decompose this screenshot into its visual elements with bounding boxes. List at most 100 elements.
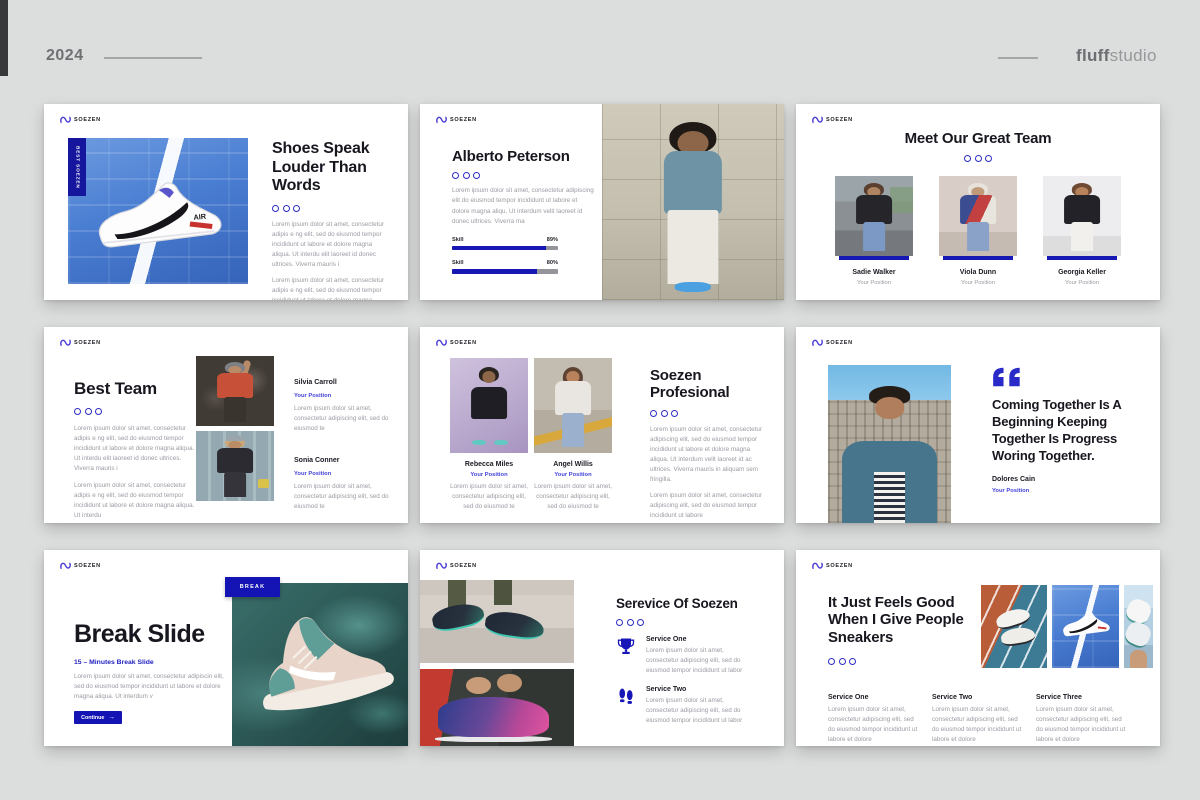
soezen-logo-text: SOEZEN	[74, 563, 101, 569]
soezen-logo-icon	[812, 561, 823, 570]
slide-alberto-peterson[interactable]: SOEZEN Alberto Peterson Lorem ipsum dolo…	[420, 104, 784, 300]
service-name: Service One	[646, 636, 754, 643]
member-photo	[196, 431, 274, 501]
soezen-logo-text: SOEZEN	[826, 563, 853, 569]
body-paragraph: Lorem ipsum dolor sit amet, consectetur …	[272, 220, 390, 270]
member-position: Your Position	[1043, 280, 1121, 286]
member-position: Your Position	[294, 393, 390, 399]
quote-text: Coming Together Is A Beginning Keeping T…	[992, 397, 1146, 465]
service-name: Service Two	[646, 686, 754, 693]
studio-logo-bold: fluff	[1076, 46, 1110, 65]
skill-label: Skill	[452, 237, 464, 243]
slide-quote[interactable]: SOEZEN Coming Together Is A Beginning Ke…	[796, 327, 1160, 523]
body-paragraph: Lorem ipsum dolor sit amet, consectetur …	[272, 276, 390, 300]
member-position: Your Position	[939, 280, 1017, 286]
dot-icon	[74, 408, 81, 415]
soezen-logo-text: SOEZEN	[74, 117, 101, 123]
body-paragraph: Lorem ipsum dolor sit amet, consectetur …	[74, 481, 196, 521]
service-desc: Lorem ipsum dolor sit amet, consectetur …	[646, 646, 754, 676]
continue-button[interactable]: Continue →	[74, 711, 122, 724]
soezen-logo-icon	[436, 338, 447, 347]
continue-button-label: Continue	[81, 715, 104, 721]
dot-icon	[95, 408, 102, 415]
slide-soezen-profesional[interactable]: SOEZEN Rebecca Miles Your Position Lorem…	[420, 327, 784, 523]
slide-title: Serevice Of Soezen	[616, 596, 768, 612]
dots-ornament	[828, 658, 988, 665]
trophy-icon	[616, 636, 636, 656]
skill-bar-group: Skill89%	[452, 237, 558, 251]
year-label: 2024	[46, 47, 84, 65]
dots-ornament	[74, 408, 196, 415]
break-subtitle: 15 – Minutes Break Slide	[74, 659, 230, 666]
soezen-logo-text: SOEZEN	[74, 340, 101, 346]
service-desc: Lorem ipsum dolor sit amet, consectetur …	[1036, 705, 1128, 745]
sneaker-fabric-photo	[232, 583, 408, 746]
soezen-logo-text: SOEZEN	[450, 340, 477, 346]
soezen-logo: SOEZEN	[60, 115, 101, 124]
skill-percent: 80%	[547, 260, 558, 266]
soezen-logo-icon	[812, 115, 823, 124]
service-name: Service Two	[932, 694, 1024, 701]
skill-bar-fill	[452, 246, 546, 251]
soezen-logo-text: SOEZEN	[826, 340, 853, 346]
body-paragraph: Lorem ipsum dolor sit amet, consectetur …	[650, 491, 762, 521]
dot-icon	[839, 658, 846, 665]
slide-shoes-speak[interactable]: SOEZEN AIR BEST SOEZEN Shoes Speak Loude…	[44, 104, 408, 300]
member-name: Sonia Conner	[294, 457, 340, 464]
dots-ornament	[650, 410, 762, 417]
dot-icon	[975, 155, 982, 162]
dots-ornament	[616, 619, 768, 626]
studio-logo: fluffstudio	[1076, 46, 1157, 66]
sneakers-track-photo	[981, 585, 1047, 668]
arrow-right-icon: →	[108, 714, 115, 721]
team-member-card: Rebecca Miles Your Position Lorem ipsum …	[450, 358, 528, 512]
slide-feels-good[interactable]: SOEZEN It Just Feels Good When I Give Pe…	[796, 550, 1160, 746]
corner-accent-bar	[0, 0, 8, 76]
sneakers-worn-photo	[420, 580, 574, 663]
accent-bar	[839, 256, 909, 260]
slide-meet-our-team[interactable]: SOEZEN Meet Our Great Team Sadie Walker …	[796, 104, 1160, 300]
soezen-logo-text: SOEZEN	[826, 117, 853, 123]
member-info: Silvia Carroll Your Position Lorem ipsum…	[294, 371, 390, 434]
member-name: Rebecca Miles	[450, 461, 528, 468]
soezen-logo: SOEZEN	[436, 115, 477, 124]
dot-icon	[849, 658, 856, 665]
dot-icon	[85, 408, 92, 415]
service-column: Service Three Lorem ipsum dolor sit amet…	[1036, 694, 1128, 745]
dot-icon	[473, 172, 480, 179]
soezen-logo: SOEZEN	[812, 561, 853, 570]
footprints-icon	[616, 686, 636, 706]
studio-logo-light: studio	[1110, 46, 1157, 65]
skill-bar-track	[452, 269, 558, 274]
slide-title: Alberto Peterson	[452, 148, 594, 165]
member-name: Silvia Carroll	[294, 379, 337, 386]
soezen-logo-text: SOEZEN	[450, 563, 477, 569]
alberto-portrait-photo	[602, 104, 784, 300]
member-name: Viola Dunn	[939, 269, 1017, 276]
quote-portrait-photo	[828, 365, 951, 523]
slide-break[interactable]: SOEZEN BREAK Break Slide 15 – Minutes Br…	[44, 550, 408, 746]
dot-icon	[671, 410, 678, 417]
body-paragraph: Lorem ipsum dolor sit amet, consectetur …	[452, 186, 594, 226]
member-desc: Lorem ipsum dolor sit amet, consectetur …	[294, 404, 390, 434]
member-name: Angel Willis	[534, 461, 612, 468]
dot-icon	[964, 155, 971, 162]
soezen-logo-icon	[60, 115, 71, 124]
dot-icon	[627, 619, 634, 626]
member-photo	[450, 358, 528, 453]
slide-title: Break Slide	[74, 620, 230, 649]
shoe-air-label: AIR	[193, 212, 207, 222]
body-paragraph: Lorem ipsum dolor sit amet, consectetur …	[74, 672, 230, 702]
dot-icon	[463, 172, 470, 179]
soezen-logo: SOEZEN	[812, 338, 853, 347]
dot-icon	[293, 205, 300, 212]
slide-best-team[interactable]: SOEZEN Best Team Lorem ipsum dolor sit a…	[44, 327, 408, 523]
dots-ornament	[272, 205, 390, 212]
dot-icon	[661, 410, 668, 417]
slide-title: Best Team	[74, 379, 196, 399]
skill-label: Skill	[452, 260, 464, 266]
member-name: Georgia Keller	[1043, 269, 1121, 276]
member-photo	[196, 356, 274, 426]
member-position: Your Position	[450, 472, 528, 478]
slide-service[interactable]: SOEZEN Serevice Of Soezen Service One Lo…	[420, 550, 784, 746]
